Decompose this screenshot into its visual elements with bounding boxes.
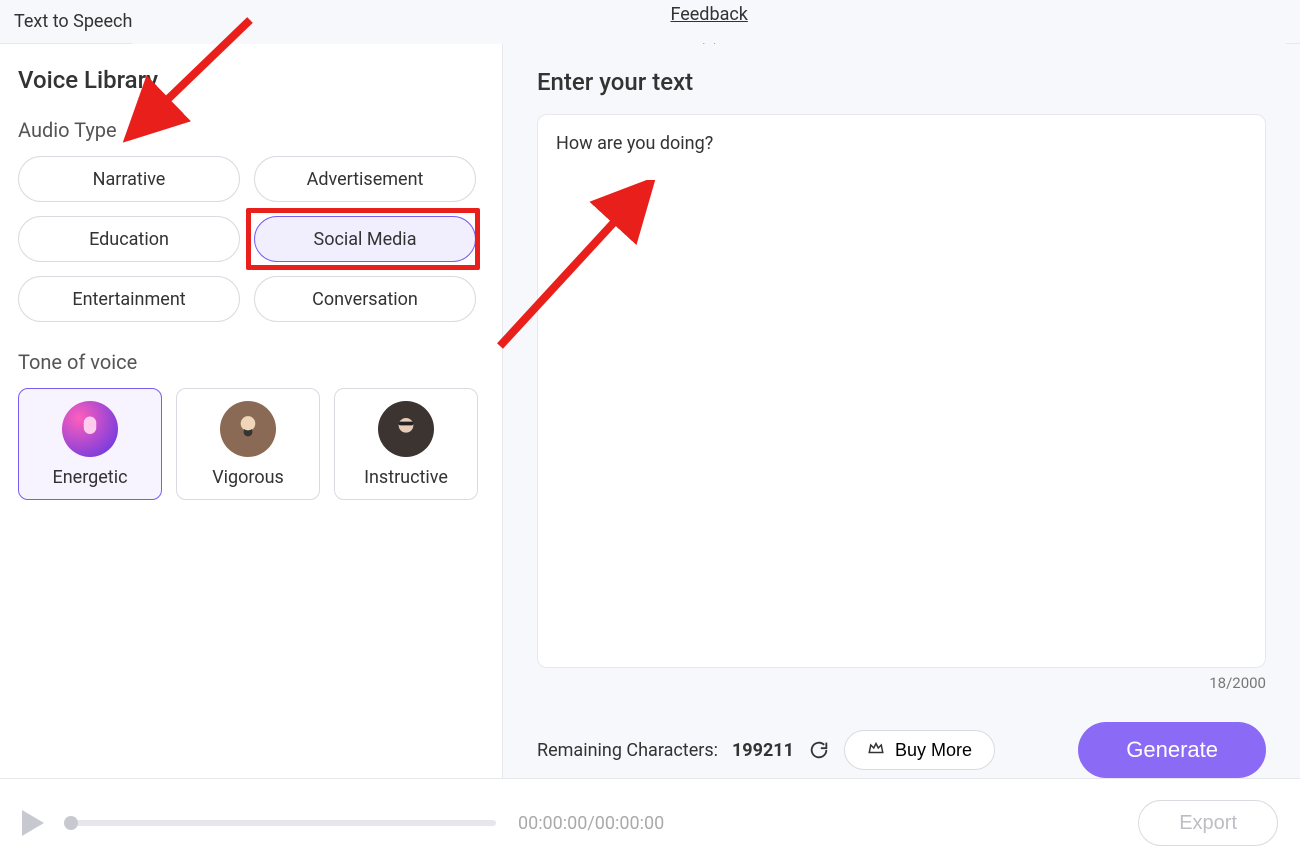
avatar-icon (378, 401, 434, 457)
enter-text-label: Enter your text (537, 68, 1266, 96)
refresh-icon[interactable] (808, 739, 830, 761)
timecode: 00:00:00/00:00:00 (518, 813, 664, 834)
header-bar: Text to Speech Feedback ✕ (0, 0, 1300, 44)
feedback-link[interactable]: Feedback (670, 4, 747, 25)
seek-slider[interactable] (66, 820, 496, 826)
window-title: Text to Speech (14, 11, 132, 32)
buy-more-label: Buy More (895, 740, 972, 761)
audio-type-advertisement[interactable]: Advertisement (254, 156, 476, 202)
audio-type-conversation[interactable]: Conversation (254, 276, 476, 322)
voice-library-panel: Voice Library Audio Type Narrative Adver… (0, 44, 503, 778)
avatar-icon (62, 401, 118, 457)
player-bar: 00:00:00/00:00:00 Export (0, 778, 1300, 867)
audio-type-grid: Narrative Advertisement Education Social… (18, 156, 484, 322)
export-button[interactable]: Export (1138, 800, 1278, 846)
seek-thumb[interactable] (64, 816, 78, 830)
tone-label-text: Vigorous (212, 467, 284, 488)
buy-more-button[interactable]: Buy More (844, 730, 995, 770)
tone-label: Tone of voice (18, 350, 484, 374)
remaining-value: 199211 (732, 740, 794, 761)
audio-type-social-media[interactable]: Social Media (254, 216, 476, 262)
tone-vigorous[interactable]: Vigorous (176, 388, 320, 500)
audio-type-narrative[interactable]: Narrative (18, 156, 240, 202)
text-input[interactable]: How are you doing? (537, 114, 1266, 668)
char-counter: 18/2000 (1209, 674, 1266, 692)
tone-grid: Energetic Vigorous Instructive (18, 388, 484, 500)
tone-energetic[interactable]: Energetic (18, 388, 162, 500)
audio-type-entertainment[interactable]: Entertainment (18, 276, 240, 322)
play-icon[interactable] (22, 810, 44, 836)
voice-library-title: Voice Library (18, 66, 484, 94)
remaining-label: Remaining Characters: (537, 740, 718, 761)
audio-type-label: Audio Type (18, 118, 484, 142)
text-entry-panel: Enter your text How are you doing? 18/20… (503, 44, 1300, 778)
avatar-icon (220, 401, 276, 457)
tone-instructive[interactable]: Instructive (334, 388, 478, 500)
crown-icon (867, 739, 885, 762)
audio-type-education[interactable]: Education (18, 216, 240, 262)
tone-label-text: Instructive (364, 467, 448, 488)
generate-button[interactable]: Generate (1078, 722, 1266, 778)
tone-label-text: Energetic (53, 467, 128, 488)
